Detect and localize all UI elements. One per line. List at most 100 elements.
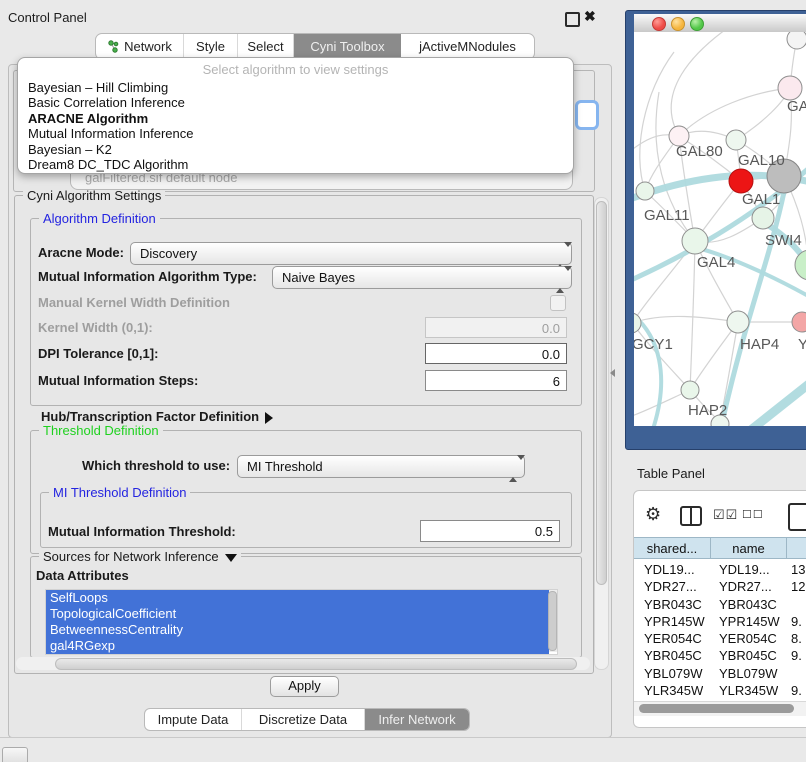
panel-splitter-arrow[interactable] — [610, 369, 615, 377]
hub-section-toggle[interactable]: Hub/Transcription Factor Definition — [41, 409, 273, 424]
settings-horizontal-scrollbar-thumb[interactable] — [55, 658, 577, 670]
tab-cyni-toolbox[interactable]: Cyni Toolbox — [294, 34, 401, 59]
node-gcy1-label: GCY1 — [634, 336, 673, 353]
node-gal4[interactable] — [682, 228, 708, 254]
manual-kernel-checkbox[interactable] — [550, 295, 566, 311]
zoom-traffic-light[interactable] — [690, 17, 704, 31]
node-hap2[interactable] — [681, 381, 699, 399]
aracne-mode-combobox[interactable]: Discovery — [130, 242, 572, 265]
algorithm-item-bayesian-k2[interactable]: Bayesian – K2 — [28, 142, 563, 157]
algorithm-item-bayesian-hill-climbing[interactable]: Bayesian – Hill Climbing — [28, 80, 563, 95]
table-cell: YBL079W — [719, 666, 778, 681]
node-gal1[interactable] — [729, 169, 753, 193]
node-gal80-label: GAL80 — [676, 143, 723, 160]
column-header-name[interactable]: name — [711, 538, 787, 558]
node-gal-partial-label: GAL — [787, 98, 806, 115]
attribute-item-betweennesscentrality[interactable]: BetweennessCentrality — [46, 622, 549, 638]
tab-jactivemnodules[interactable]: jActiveMNodules — [401, 34, 534, 59]
edge[interactable] — [679, 88, 790, 136]
attributes-scrollbar — [549, 590, 557, 652]
node-gal10[interactable] — [726, 130, 746, 150]
divider — [0, 737, 806, 738]
columns-icon[interactable] — [680, 506, 702, 526]
network-canvas[interactable]: GALGAL80GAL10GAL1GAL11SWI4GAL4GCY1HAP4YH… — [634, 32, 806, 426]
gear-icon[interactable]: ⚙ — [645, 504, 661, 525]
node-hap4-label: HAP4 — [740, 336, 779, 353]
tab-label: Select — [247, 39, 283, 54]
node-green-partial[interactable] — [795, 250, 806, 280]
settings-group-title: Cyni Algorithm Settings — [23, 188, 165, 203]
close-icon[interactable]: ✖ — [584, 8, 596, 25]
sources-group-title[interactable]: Sources for Network Inference — [39, 549, 241, 564]
bottom-left-button[interactable] — [2, 747, 28, 762]
dpi-tolerance-field[interactable]: 0.0 — [425, 343, 567, 364]
algorithm-combobox-focus-ring[interactable] — [575, 100, 599, 130]
node-salmon-partial[interactable] — [792, 312, 806, 332]
bottom-tab-bar: Impute DataDiscretize Data Infer Network — [144, 708, 470, 731]
tab-impute-data[interactable]: Impute Data — [145, 709, 242, 730]
tab-style[interactable]: Style — [184, 34, 238, 59]
table-row[interactable]: YBL079WYBL079W — [634, 665, 806, 682]
algorithm-item-aracne-algorithm[interactable]: ARACNE Algorithm — [28, 111, 563, 126]
table-cell: YBR045C — [719, 648, 777, 663]
table-row[interactable]: YLR345WYLR345W9. — [634, 682, 806, 699]
node-swi4[interactable] — [752, 207, 774, 229]
column-header-partial[interactable] — [787, 538, 806, 558]
data-attributes-label: Data Attributes — [36, 568, 129, 583]
deselect-all-checkboxes-icon[interactable]: ☐☐ — [742, 508, 764, 521]
tab-select[interactable]: Select — [238, 34, 294, 59]
close-traffic-light[interactable] — [652, 17, 666, 31]
node-unlabeled-top[interactable] — [787, 32, 806, 49]
table-row[interactable]: YBR045CYBR045C9. — [634, 647, 806, 664]
node-gal-partial[interactable] — [778, 76, 802, 100]
collapsed-arrow-icon — [265, 412, 273, 424]
table-header-row: shared...name — [634, 537, 806, 559]
node-gal11[interactable] — [636, 182, 654, 200]
edge-highlighted[interactable] — [742, 372, 806, 426]
tab-network[interactable]: Network — [96, 34, 184, 59]
float-window-icon[interactable] — [565, 12, 580, 27]
mi-threshold-field[interactable]: 0.5 — [420, 520, 560, 542]
tab-label: Infer Network — [378, 712, 455, 727]
table-row[interactable]: YDL19...YDL19...13 — [634, 561, 806, 578]
column-header-shared[interactable]: shared... — [634, 538, 711, 558]
spinner-arrows-icon — [556, 271, 564, 289]
attribute-item-gal4rgexp[interactable]: gal4RGexp — [46, 638, 549, 654]
table-row[interactable]: YBR043CYBR043C — [634, 596, 806, 613]
settings-vertical-scrollbar-thumb[interactable] — [596, 201, 607, 585]
apply-button[interactable]: Apply — [270, 676, 339, 697]
table-row[interactable]: YDR27...YDR27...12 — [634, 578, 806, 595]
attributes-scrollbar-thumb[interactable] — [548, 591, 557, 651]
dropdown-placeholder: Select algorithm to view settings — [18, 62, 573, 77]
tab-discretize-data[interactable]: Discretize Data — [242, 709, 365, 730]
dpi-tolerance-label: DPI Tolerance [0,1]: — [38, 346, 158, 361]
algorithm-item-mutual-information-inference[interactable]: Mutual Information Inference — [28, 126, 563, 141]
mi-steps-field[interactable]: 6 — [425, 370, 567, 391]
select-all-checkboxes-icon[interactable]: ☑☑ — [713, 507, 738, 523]
table-horizontal-scrollbar-thumb[interactable] — [639, 704, 794, 713]
table-row[interactable]: YPR145WYPR145W9. — [634, 613, 806, 630]
mi-threshold-definition-title: MI Threshold Definition — [49, 485, 190, 500]
minimize-traffic-light[interactable] — [671, 17, 685, 31]
node-gcy1[interactable] — [634, 313, 641, 333]
table-row[interactable]: YER054CYER054C8. — [634, 630, 806, 647]
edge[interactable] — [690, 241, 695, 390]
table-cell: 9. — [791, 683, 802, 698]
edge[interactable] — [640, 52, 674, 191]
function-builder-icon[interactable] — [788, 503, 806, 531]
mi-algorithm-type-combobox[interactable]: Naive Bayes — [272, 266, 572, 289]
tab-infer-network[interactable]: Infer Network — [365, 709, 469, 730]
table-cell: YPR145W — [644, 614, 705, 629]
edge[interactable] — [671, 32, 729, 136]
tab-label: Network — [124, 39, 172, 54]
attribute-item-selfloops[interactable]: SelfLoops — [46, 590, 549, 606]
node-hap4[interactable] — [727, 311, 749, 333]
kernel-width-field[interactable]: 0.0 — [425, 317, 567, 338]
which-threshold-combobox[interactable]: MI Threshold — [237, 455, 525, 478]
edge[interactable] — [634, 316, 738, 323]
algorithm-item-dream8-dc-tdc-algorithm[interactable]: Dream8 DC_TDC Algorithm — [28, 157, 563, 172]
attribute-item-topologicalcoefficient[interactable]: TopologicalCoefficient — [46, 606, 549, 622]
algorithm-item-basic-correlation-inference[interactable]: Basic Correlation Inference — [28, 95, 563, 110]
network-window-titlebar[interactable] — [634, 14, 806, 33]
node-salmon-partial-label: Y — [798, 336, 806, 353]
